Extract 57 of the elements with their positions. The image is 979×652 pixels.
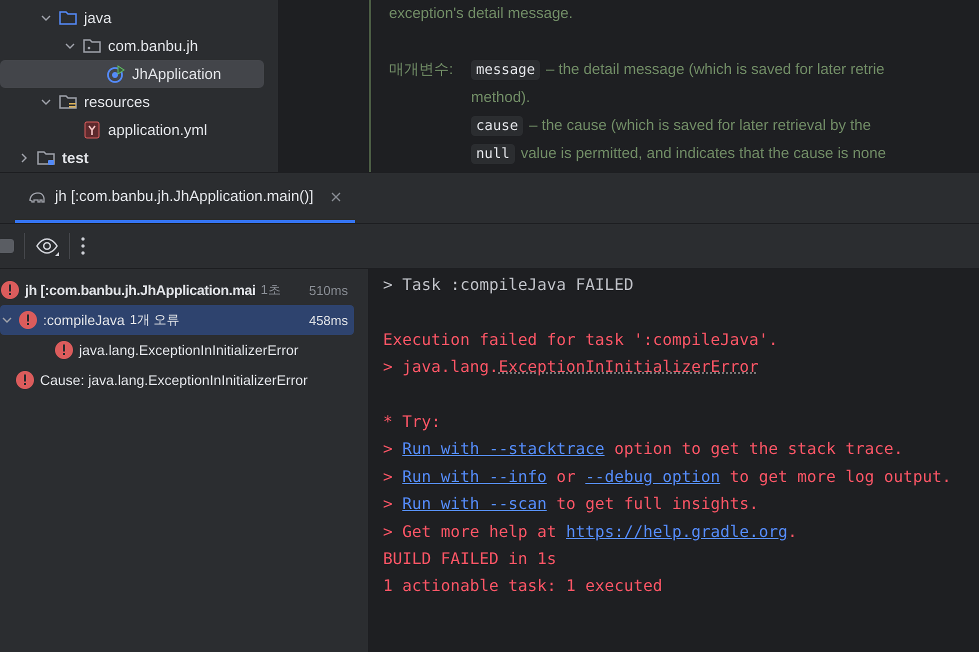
close-icon[interactable]: [329, 190, 344, 204]
param-description: method).: [471, 88, 532, 108]
console-line: > Get more help at https://help.gradle.org.: [383, 520, 798, 543]
build-item-time: 458ms: [308, 312, 348, 328]
build-item-label: java.lang.ExceptionInInitializerError: [79, 342, 298, 358]
project-tree-item[interactable]: java: [0, 4, 264, 32]
build-tree-item[interactable]: :compileJava 1개 오류 458ms: [0, 305, 354, 335]
build-item-label: :compileJava: [43, 312, 125, 328]
console-line: 1 actionable task: 1 executed: [383, 575, 664, 598]
console-link[interactable]: Run with --stacktrace: [402, 439, 605, 458]
console-link[interactable]: Run with --info: [402, 466, 547, 486]
spring-app-icon: [106, 64, 126, 84]
error-icon: [54, 340, 74, 360]
error-icon: [18, 310, 38, 330]
file-name: java: [84, 10, 112, 26]
console-link[interactable]: Run with --scan: [402, 494, 547, 514]
code-snippet: null: [471, 144, 515, 164]
code-snippet: cause: [471, 116, 524, 136]
console-line: BUILD FAILED in 1s: [383, 548, 558, 570]
build-tree-item[interactable]: jh [:com.banbu.jh.JhApplication.mai 1초 510ms: [0, 275, 354, 305]
project-tree-item[interactable]: application.yml: [0, 116, 264, 144]
console-line: * Try:: [383, 410, 442, 433]
run-tab[interactable]: jh [:com.banbu.jh.JhApplication.main()]: [15, 173, 356, 223]
project-tree-item[interactable]: resources: [0, 88, 264, 116]
file-name: com.banbu.jh: [108, 38, 198, 54]
console-line: > Run with --scan to get full insights.: [383, 493, 760, 516]
build-item-note: 1개 오류: [130, 311, 180, 329]
project-tree-item[interactable]: JhApplication: [0, 60, 264, 88]
console-line: > Run with --info or --debug option to get more log output.: [383, 466, 952, 488]
param-description: – the cause (which is saved for later retrieval by the: [529, 117, 871, 134]
param-description: value is permitted, and indicates that the cause is none: [520, 145, 886, 162]
file-name: JhApplication: [132, 66, 222, 82]
project-tree-item[interactable]: test: [0, 144, 264, 172]
param-description: – the detail message (which is saved for later retrie: [546, 61, 885, 78]
console-link[interactable]: --debug option: [585, 466, 720, 486]
doc-text: exception's detail message.: [389, 4, 574, 24]
build-item-label: jh [:com.banbu.jh.JhApplication.mai: [25, 282, 256, 298]
params-label: 매개변수:: [389, 60, 454, 80]
eye-icon[interactable]: [35, 236, 59, 256]
console-line: > Task :compileJava FAILED: [383, 274, 634, 296]
console-link[interactable]: https://help.gradle.org: [566, 522, 788, 541]
console-line: Execution failed for task ':compileJava'.: [383, 328, 779, 351]
code-snippet: message: [471, 60, 540, 80]
yaml-file-icon: [82, 120, 102, 140]
build-item-time: 510ms: [308, 282, 348, 298]
project-tree-item[interactable]: com.banbu.jh: [0, 32, 264, 60]
console-line: > Run with --stacktrace option to get the stack trace.: [383, 438, 904, 460]
build-tree-item[interactable]: java.lang.ExceptionInInitializerError: [0, 335, 354, 365]
build-tree-item[interactable]: Cause: java.lang.ExceptionInInitializerError: [0, 365, 354, 395]
file-name: application.yml: [108, 122, 208, 138]
file-name: resources: [84, 94, 150, 110]
file-name: test: [62, 150, 89, 166]
console-line: > java.lang.ExceptionInInitializerError: [383, 356, 760, 378]
build-item-label: Cause: java.lang.ExceptionInInitializerError: [40, 372, 308, 388]
error-icon: [15, 370, 35, 390]
more-options-icon[interactable]: [80, 236, 86, 256]
build-item-note: 1초: [260, 281, 281, 299]
